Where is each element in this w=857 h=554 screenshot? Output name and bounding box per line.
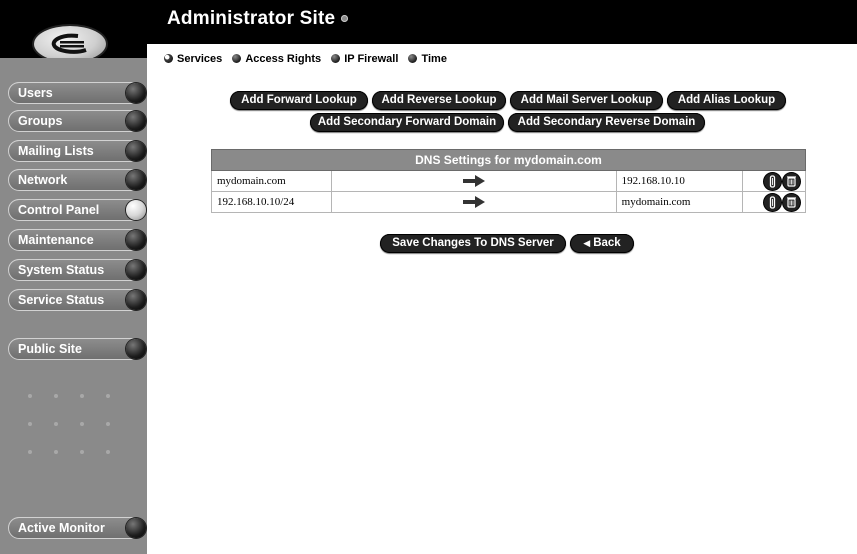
subnav-label: Access Rights xyxy=(245,53,322,65)
subnav-tab-ip-firewall[interactable]: IP Firewall xyxy=(331,53,398,65)
row-actions-cell xyxy=(741,170,807,192)
ball-indicator-icon xyxy=(126,518,146,538)
modify-icon[interactable] xyxy=(764,172,781,190)
sidebar-item-active-monitor[interactable]: Active Monitor xyxy=(8,517,146,539)
sidebar-item-maintenance[interactable]: Maintenance xyxy=(8,229,146,251)
add-secondary-reverse-domain-button[interactable]: Add Secondary Reverse Domain xyxy=(508,113,705,132)
left-triangle-icon: ◀ xyxy=(583,238,591,248)
add-alias-lookup-button[interactable]: Add Alias Lookup xyxy=(667,91,786,110)
sidebar-item-public-site[interactable]: Public Site xyxy=(8,338,146,360)
ball-indicator-icon xyxy=(126,230,146,250)
subnav-tab-time[interactable]: Time xyxy=(408,53,447,65)
sub-navigation: Services Access Rights IP Firewall Time xyxy=(164,53,454,69)
subnav-tab-services[interactable]: Services xyxy=(164,53,222,65)
add-secondary-forward-domain-button[interactable]: Add Secondary Forward Domain xyxy=(310,113,504,132)
trash-icon[interactable] xyxy=(783,172,800,190)
dns-source-cell: mydomain.com xyxy=(210,170,333,192)
ball-indicator-icon xyxy=(126,290,146,310)
add-forward-lookup-button[interactable]: Add Forward Lookup xyxy=(230,91,368,110)
cobalt-logo[interactable] xyxy=(34,26,106,62)
ball-indicator-icon xyxy=(126,260,146,280)
header-dot-icon xyxy=(341,15,349,23)
add-reverse-lookup-button[interactable]: Add Reverse Lookup xyxy=(372,91,506,110)
subnav-label: Services xyxy=(177,53,223,65)
sidebar-item-label: Service Status xyxy=(18,293,105,307)
ball-indicator-active-icon xyxy=(126,200,146,220)
radio-dot-icon xyxy=(331,54,341,63)
trash-icon[interactable] xyxy=(783,193,800,211)
subnav-label: Time xyxy=(421,53,447,65)
dns-source-cell: 192.168.10.10/24 xyxy=(210,191,333,213)
add-mail-server-lookup-button[interactable]: Add Mail Server Lookup xyxy=(510,91,663,110)
sidebar-item-label: Control Panel xyxy=(18,203,100,217)
dns-settings-table: DNS Settings for mydomain.com mydomain.c… xyxy=(210,149,807,213)
logo-area xyxy=(0,0,147,62)
sidebar-item-label: Public Site xyxy=(18,342,82,356)
sidebar-item-control-panel[interactable]: Control Panel xyxy=(8,199,146,221)
table-header-row: DNS Settings for mydomain.com xyxy=(211,149,806,171)
sidebar-item-system-status[interactable]: System Status xyxy=(8,259,146,281)
arrow-cell xyxy=(331,170,617,192)
header-bar: Administrator Site xyxy=(147,0,857,44)
modify-icon[interactable] xyxy=(764,193,781,211)
back-label: Back xyxy=(593,237,621,249)
row-actions-cell xyxy=(741,191,807,213)
sidebar-item-label: Network xyxy=(18,173,68,187)
save-changes-button[interactable]: Save Changes To DNS Server xyxy=(380,234,566,253)
table-title: DNS Settings for mydomain.com xyxy=(211,149,806,171)
sidebar-item-label: Groups xyxy=(18,114,63,128)
sidebar-item-groups[interactable]: Groups xyxy=(8,110,146,132)
ball-indicator-icon xyxy=(126,83,146,103)
table-row: 192.168.10.10/24 mydomain.com xyxy=(210,191,807,213)
sidebar-item-mailing-lists[interactable]: Mailing Lists xyxy=(8,140,146,162)
arrow-cell xyxy=(331,191,617,213)
sidebar-item-users[interactable]: Users xyxy=(8,82,146,104)
radio-dot-icon xyxy=(164,54,173,63)
page-title: Administrator Site xyxy=(167,8,349,30)
sidebar-item-label: Maintenance xyxy=(18,233,94,247)
sidebar-item-label: Users xyxy=(18,86,53,100)
ball-indicator-icon xyxy=(126,141,146,161)
subnav-tab-access-rights[interactable]: Access Rights xyxy=(232,53,321,65)
dns-target-cell: mydomain.com xyxy=(615,191,743,213)
sidebar-item-label: Active Monitor xyxy=(18,521,105,535)
header-title-text: Administrator Site xyxy=(167,8,336,29)
table-row: mydomain.com 192.168.10.10 xyxy=(210,170,807,192)
right-arrow-icon xyxy=(462,196,485,209)
sidebar-item-service-status[interactable]: Service Status xyxy=(8,289,146,311)
subnav-label: IP Firewall xyxy=(344,53,399,65)
radio-dot-icon xyxy=(232,54,242,63)
ball-indicator-icon xyxy=(126,170,146,190)
sidebar-item-label: System Status xyxy=(18,263,105,277)
back-button[interactable]: ◀ Back xyxy=(570,234,634,253)
right-arrow-icon xyxy=(462,175,485,188)
ball-indicator-icon xyxy=(126,339,146,359)
sidebar-item-label: Mailing Lists xyxy=(18,144,94,158)
sidebar-item-network[interactable]: Network xyxy=(8,169,146,191)
dns-target-cell: 192.168.10.10 xyxy=(615,170,743,192)
radio-dot-icon xyxy=(408,54,418,63)
sidebar: Users Groups Mailing Lists Network Contr… xyxy=(0,58,147,554)
ball-indicator-icon xyxy=(126,111,146,131)
